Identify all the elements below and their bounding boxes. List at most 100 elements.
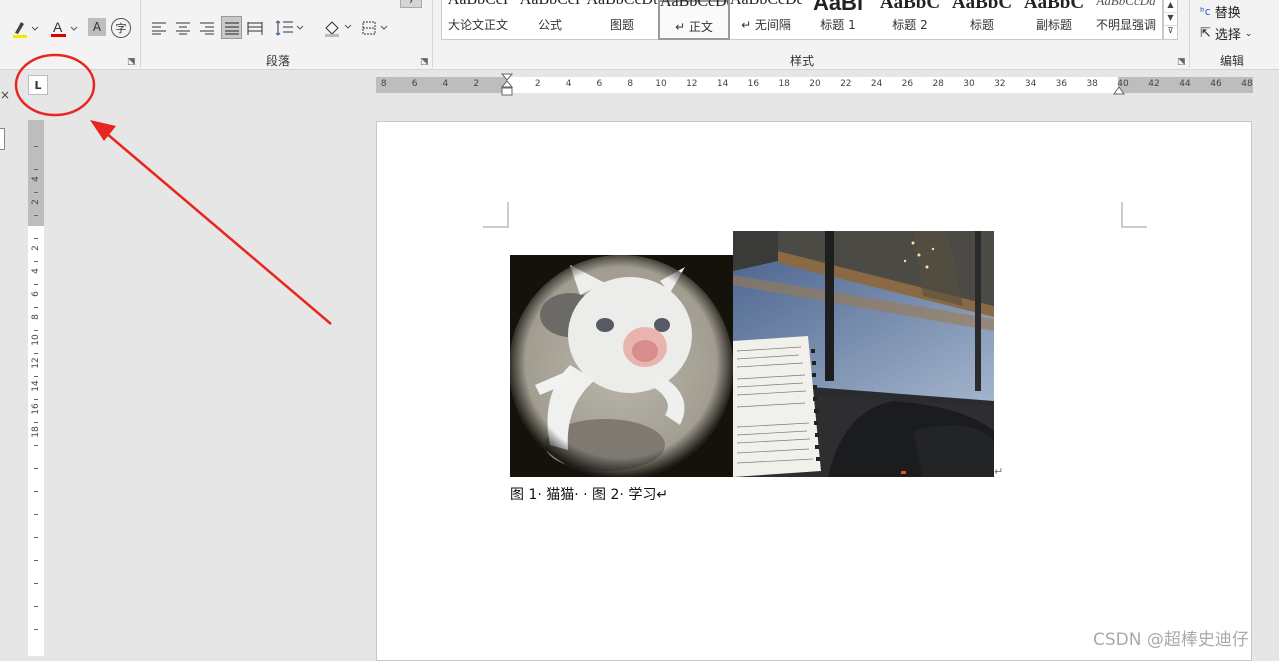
ruler-number: 6 xyxy=(596,79,603,89)
style-item[interactable]: AaBbCcI 公式 xyxy=(514,0,586,40)
style-name: 副标题 xyxy=(1035,18,1072,32)
ruler-tick xyxy=(34,559,38,561)
horizontal-ruler[interactable]: 8 6 4 2 2 4 6 8 10 12 14 16 18 20 22 24 26 28 30 32 34 36 38 40… xyxy=(376,73,1253,96)
image-study[interactable] xyxy=(733,231,994,477)
select-button[interactable]: ⇱ 选择 ⌄ xyxy=(1200,24,1252,43)
ruler-number: 8 xyxy=(627,79,634,89)
replace-label: 替换 xyxy=(1214,6,1241,21)
style-item[interactable]: AaBl 标题 1 xyxy=(802,0,874,40)
ruler-tick xyxy=(34,398,38,400)
ruler-tick xyxy=(34,536,38,538)
style-name: 不明显强调 xyxy=(1095,18,1156,32)
replace-icon: ᵇc xyxy=(1200,5,1211,18)
ruler-number: 44 xyxy=(1179,79,1191,89)
ruler-tick xyxy=(34,513,38,515)
ruler-number: 24 xyxy=(870,79,883,89)
styles-gallery-scroll: ▲ ▼ ⊽ xyxy=(1163,0,1178,40)
ruler-tick xyxy=(34,490,38,492)
ruler-number: 14 xyxy=(716,79,729,89)
ruler-number: 30 xyxy=(963,79,975,89)
style-name: 公式 xyxy=(537,18,562,32)
select-label: 选择 xyxy=(1214,28,1241,43)
ruler-number: 14 xyxy=(31,380,41,392)
paragraph-mark: ↵ xyxy=(994,465,1004,478)
style-item[interactable]: AaBbCcDt 图题 xyxy=(586,0,658,40)
ruler-tick xyxy=(34,605,38,607)
ruler-number: 36 xyxy=(1055,79,1068,89)
style-sample: AaBl xyxy=(812,0,864,15)
ruler-number: 2 xyxy=(473,79,480,89)
figure-caption[interactable]: 图 1· 猫猫· · 图 2· 学习↵ xyxy=(510,484,668,504)
ruler-number: 12 xyxy=(686,79,698,89)
styles-dialog-launcher-icon[interactable]: ⬔ xyxy=(1177,57,1186,67)
ruler-number: 4 xyxy=(565,79,572,89)
style-sample: AaBbCcI xyxy=(514,0,586,9)
styles-group-label: 样式 xyxy=(790,54,815,68)
style-sample: AaBbC xyxy=(879,0,941,13)
paragraph-dialog-launcher-icon[interactable]: ⬔ xyxy=(420,57,429,67)
ruler-number: 42 xyxy=(1148,79,1160,89)
style-item[interactable]: AaBbC 副标题 xyxy=(1018,0,1090,40)
annotation-overlay xyxy=(14,53,332,325)
style-item[interactable]: AaBbCcI 大论文正文 xyxy=(442,0,514,40)
replace-button[interactable]: ᵇc 替换 xyxy=(1200,2,1241,21)
ruler-tick xyxy=(34,352,38,354)
style-sample: AaBbCcDt xyxy=(586,0,658,9)
style-sample: AaBbCcDd xyxy=(660,0,728,10)
ruler-number: 32 xyxy=(994,79,1006,89)
style-item[interactable]: AaBbCcDd 不明显强调 xyxy=(1090,0,1162,40)
gallery-up-icon[interactable]: ▲ xyxy=(1164,0,1177,13)
show-marks-icon[interactable]: › xyxy=(400,0,422,8)
document-page[interactable]: ↵ 图 1· 猫猫· · 图 2· 学习↵ xyxy=(376,121,1252,661)
style-name: 图题 xyxy=(609,18,634,32)
ruler-number: 26 xyxy=(901,79,914,89)
group-separator xyxy=(1189,0,1190,68)
image-cat[interactable] xyxy=(510,255,733,477)
ruler-number: 40 xyxy=(1117,79,1129,89)
annotation-arrow-shaft xyxy=(105,132,332,325)
ruler-number: 10 xyxy=(655,79,667,89)
gallery-down-icon[interactable]: ▼ xyxy=(1164,13,1177,26)
ruler-number: 34 xyxy=(1024,79,1037,89)
ruler-number: 38 xyxy=(1086,79,1098,89)
style-sample: AaBbC xyxy=(951,0,1013,13)
chevron-down-icon: ⌄ xyxy=(1244,28,1253,39)
ruler-number: 12 xyxy=(31,357,41,369)
style-sample: AaBbCcDd xyxy=(1096,0,1156,8)
style-name: ↵ 正文 xyxy=(675,20,713,34)
ruler-number: 18 xyxy=(778,79,790,89)
cursor-icon: ⇱ xyxy=(1200,26,1211,41)
ruler-number: 28 xyxy=(932,79,944,89)
indent-markers-icon[interactable] xyxy=(500,73,514,101)
style-name: ↵ 无间隔 xyxy=(741,18,791,32)
ruler-number: 18 xyxy=(31,426,41,438)
ruler-number: 20 xyxy=(809,79,821,89)
style-item[interactable]: AaBbC 标题 xyxy=(946,0,1018,40)
style-sample: AaBbCcDd xyxy=(730,0,802,9)
ruler-number: 6 xyxy=(411,79,418,89)
annotation-circle xyxy=(14,53,96,117)
style-item[interactable]: AaBbC 标题 2 xyxy=(874,0,946,40)
ruler-number: 4 xyxy=(442,79,449,89)
style-sample: AaBbC xyxy=(1023,0,1085,13)
ruler-tick xyxy=(34,467,38,469)
style-name: 标题 xyxy=(969,18,994,32)
group-separator xyxy=(432,0,433,68)
style-name: 标题 1 xyxy=(820,18,856,32)
ruler-tick xyxy=(34,375,38,377)
watermark: CSDN @超棒史迪仔 xyxy=(1093,630,1249,650)
style-name: 大论文正文 xyxy=(447,18,508,32)
ruler-tick xyxy=(34,628,38,630)
ruler-tick xyxy=(34,582,38,584)
ruler-number: 46 xyxy=(1210,79,1222,89)
ruler-number: 22 xyxy=(840,79,852,89)
style-item[interactable]: AaBbCcDd ↵ 正文 xyxy=(658,0,730,40)
crop-mark-top-right xyxy=(1121,202,1147,228)
editing-group-label: 编辑 xyxy=(1220,54,1245,68)
gallery-more-icon[interactable]: ⊽ xyxy=(1164,26,1177,39)
ruler-number: 16 xyxy=(31,403,41,415)
style-sample: AaBbCcI xyxy=(442,0,514,9)
crop-mark-top-left xyxy=(483,202,509,228)
styles-gallery: AaBbCcI 大论文正文 AaBbCcI 公式 AaBbCcDt 图题 AaBbCcDd ↵… xyxy=(441,0,1163,40)
style-item[interactable]: AaBbCcDd ↵ 无间隔 xyxy=(730,0,802,40)
